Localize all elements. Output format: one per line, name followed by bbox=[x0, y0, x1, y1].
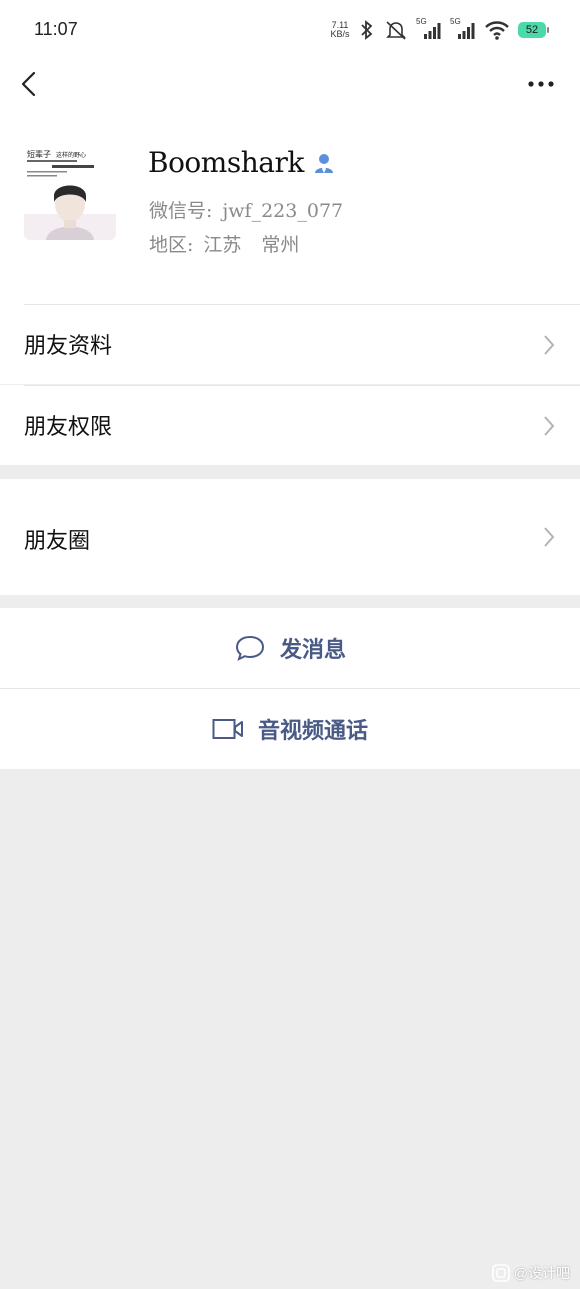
wechat-id-label: 微信号: bbox=[149, 200, 213, 222]
divider bbox=[24, 385, 580, 386]
send-message-button[interactable]: 发消息 bbox=[0, 608, 580, 688]
cell-signal-1-icon: 5G bbox=[416, 17, 442, 41]
video-call-label: 音视频通话 bbox=[257, 718, 368, 744]
watermark-logo-icon bbox=[491, 1264, 510, 1282]
contact-profile-page: 11:07 7.11 KB/s 5G 5G 52 短辈子 这样的野心 Booms… bbox=[0, 0, 580, 1289]
friend-profile-label: 朋友资料 bbox=[24, 334, 113, 359]
avatar-caption-1: 短辈子 bbox=[27, 149, 51, 159]
avatar[interactable]: 短辈子 这样的野心 bbox=[24, 148, 116, 240]
more-dots-icon[interactable] bbox=[526, 74, 556, 94]
avatar-caption-2: 这样的野心 bbox=[56, 151, 86, 159]
region-line: 地区: 江苏 常州 bbox=[149, 230, 299, 257]
name-row: Boomshark bbox=[148, 146, 336, 179]
moments-cell[interactable]: 朋友圈 bbox=[0, 479, 580, 595]
status-time: 11:07 bbox=[34, 19, 78, 39]
bluetooth-icon bbox=[361, 20, 373, 40]
person-icon bbox=[314, 153, 333, 173]
divider bbox=[24, 304, 580, 305]
friend-permissions-cell[interactable]: 朋友权限 bbox=[0, 385, 580, 465]
friend-permissions-label: 朋友权限 bbox=[24, 415, 113, 440]
watermark: @设计吧 bbox=[491, 1263, 570, 1283]
send-message-label: 发消息 bbox=[279, 637, 346, 663]
battery-indicator: 52 bbox=[518, 22, 549, 38]
status-icons: 7.11 KB/s 5G 5G 52 bbox=[330, 16, 549, 44]
profile-header: 短辈子 这样的野心 Boomshark 微信号: jwf_223_077 地区:… bbox=[0, 114, 580, 304]
wechat-id-value: jwf_223_077 bbox=[222, 200, 344, 222]
network-speed: 7.11 KB/s bbox=[330, 21, 350, 39]
avatar-image: 短辈子 这样的野心 bbox=[24, 148, 116, 240]
chat-bubble-icon bbox=[235, 635, 264, 661]
region-city: 常州 bbox=[261, 234, 300, 256]
battery-level: 52 bbox=[525, 24, 539, 36]
navigation-bar bbox=[0, 62, 580, 114]
wechat-id-line: 微信号: jwf_223_077 bbox=[149, 196, 343, 223]
cell-signal-2-icon: 5G bbox=[450, 17, 476, 41]
video-call-button[interactable]: 音视频通话 bbox=[0, 688, 580, 769]
mute-bell-icon bbox=[386, 21, 406, 40]
chevron-left-icon[interactable] bbox=[16, 70, 44, 98]
contact-name: Boomshark bbox=[148, 146, 304, 179]
network-speed-unit: KB/s bbox=[330, 29, 350, 39]
divider bbox=[0, 688, 580, 689]
sim1-tag: 5G bbox=[416, 17, 427, 26]
moments-label: 朋友圈 bbox=[24, 529, 91, 554]
friend-profile-cell[interactable]: 朋友资料 bbox=[0, 304, 580, 384]
chevron-right-icon bbox=[544, 335, 555, 355]
chevron-right-icon bbox=[544, 416, 555, 436]
region-province: 江苏 bbox=[203, 234, 242, 256]
watermark-text: @设计吧 bbox=[513, 1265, 570, 1281]
status-bar: 11:07 7.11 KB/s 5G 5G 52 bbox=[0, 0, 580, 62]
video-camera-icon bbox=[212, 719, 243, 739]
sim2-tag: 5G bbox=[450, 17, 461, 26]
chevron-right-icon bbox=[544, 527, 555, 547]
wifi-icon bbox=[485, 21, 509, 40]
region-label: 地区: bbox=[149, 234, 194, 256]
